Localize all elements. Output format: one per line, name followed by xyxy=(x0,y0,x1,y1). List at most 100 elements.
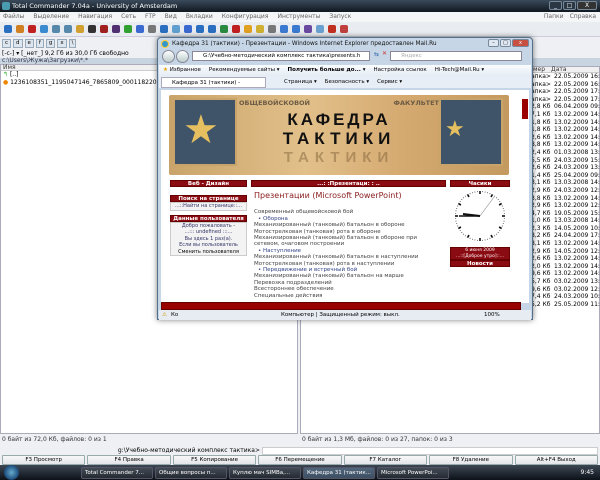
maximize-button[interactable]: □ xyxy=(563,1,576,10)
menu-folders[interactable]: Папки xyxy=(544,12,564,22)
toolbar-button-icon[interactable] xyxy=(4,25,12,33)
column-size-header[interactable]: мер xyxy=(533,67,545,73)
file-row[interactable]: 7,4 Кб24.03.2009 10:16 xyxy=(530,293,600,301)
change-user-link[interactable]: Сменить пользователя xyxy=(171,249,246,256)
find-on-page-link[interactable]: ...::Найти на странице::... xyxy=(170,202,247,211)
security-menu[interactable]: Безопасность ▾ xyxy=(325,76,369,88)
presentation-link[interactable]: Механизированный (танковый) батальон в н… xyxy=(254,254,443,260)
drive-button-1[interactable]: d xyxy=(13,39,23,48)
f3-view-button[interactable]: F3 Просмотр xyxy=(2,455,86,465)
toolbar-button-icon[interactable] xyxy=(112,25,120,33)
toolbar-button-icon[interactable] xyxy=(172,25,180,33)
presentation-link[interactable]: Специальные действия xyxy=(254,293,443,299)
stop-icon[interactable]: ✕ xyxy=(382,50,387,57)
file-row[interactable]: 5,2 Кб25.05.2009 11:54 xyxy=(530,301,600,309)
fav-get-more[interactable]: Получить больше до... ▾ xyxy=(288,65,366,76)
file-row[interactable]: 2,6 Кб13.02.2009 14:46 xyxy=(530,255,600,263)
zoom-level[interactable]: 100% xyxy=(484,310,500,320)
file-row[interactable]: 7,1 Кб13.02.2009 14:40 xyxy=(530,111,600,119)
menu-tools[interactable]: Инструменты xyxy=(277,12,320,22)
minimize-button[interactable]: _ xyxy=(549,1,562,10)
file-row[interactable]: 2,9 Кб24.03.2009 12:45 xyxy=(530,187,600,195)
favorites-button[interactable]: ★ Избранное xyxy=(163,65,201,76)
file-row[interactable]: 9,6 Кб13.02.2009 14:47 xyxy=(530,270,600,278)
menu-selection[interactable]: Выделение xyxy=(33,12,69,22)
toolbar-button-icon[interactable] xyxy=(100,25,108,33)
drive-button-5[interactable]: x xyxy=(57,39,67,48)
toolbar-button-icon[interactable] xyxy=(148,25,156,33)
presentation-link[interactable]: Механизированный (танковый) батальон в о… xyxy=(254,235,443,248)
file-row[interactable]: 8,1 Кб13.02.2009 14:45 xyxy=(530,240,600,248)
exit-button[interactable]: Alt+F4 Выход xyxy=(514,455,598,465)
tools-menu[interactable]: Сервис ▾ xyxy=(377,76,402,88)
toolbar-button-icon[interactable] xyxy=(196,25,204,33)
f8-delete-button[interactable]: F8 Удаление xyxy=(429,455,513,465)
start-button[interactable] xyxy=(4,465,19,480)
column-date-header[interactable]: Дата xyxy=(551,67,567,73)
fav-recommended[interactable]: Рекомендуемые сайты ▾ xyxy=(209,65,280,76)
toolbar-button-icon[interactable] xyxy=(304,25,312,33)
drive-button-2[interactable]: e xyxy=(24,39,34,48)
toolbar-button-icon[interactable] xyxy=(160,25,168,33)
close-button[interactable]: X xyxy=(577,1,597,10)
toolbar-button-icon[interactable] xyxy=(244,25,252,33)
file-row[interactable]: апка>22.05.2009 17:05 xyxy=(530,88,600,96)
toolbar-button-icon[interactable] xyxy=(340,25,348,33)
file-row[interactable]: 2,9 Кб14.05.2009 12:26 xyxy=(530,248,600,256)
file-row[interactable]: 2,9 Кб13.02.2009 12:04 xyxy=(530,202,600,210)
fav-customize[interactable]: Настройка ссылок xyxy=(374,65,427,76)
toolbar-button-icon[interactable] xyxy=(136,25,144,33)
file-row[interactable]: 2,6 Кб24.03.2009 13:00 xyxy=(530,164,600,172)
menu-tabs[interactable]: Вкладки xyxy=(186,12,213,22)
file-row[interactable]: 2,3 Кб14.05.2009 10:06 xyxy=(530,225,600,233)
search-input[interactable]: Яндекс xyxy=(390,51,522,61)
menu-files[interactable]: Файлы xyxy=(3,12,24,22)
menu-help[interactable]: Справка xyxy=(570,12,596,22)
page-menu[interactable]: Страница ▾ xyxy=(284,76,317,88)
drive-select[interactable]: [-c-] xyxy=(2,50,14,57)
file-row[interactable]: 1,0 Кб13.03.2008 14:14 xyxy=(530,217,600,225)
file-row[interactable]: 8,2 Кб24.04.2009 17:24 xyxy=(530,232,600,240)
drive-button-3[interactable]: f xyxy=(35,39,44,48)
toolbar-button-icon[interactable] xyxy=(280,25,288,33)
toolbar-button-icon[interactable] xyxy=(28,25,36,33)
taskbar-button[interactable]: Общие вопросы п... xyxy=(155,466,227,479)
f6-move-button[interactable]: F6 Перемещение xyxy=(258,455,342,465)
menu-launch[interactable]: Запуск xyxy=(329,12,351,22)
menu-navigation[interactable]: Навигация xyxy=(78,12,112,22)
file-row[interactable]: апка>22.05.2009 16:55 xyxy=(530,73,600,81)
forward-button[interactable] xyxy=(176,50,189,63)
ie-close-button[interactable]: x xyxy=(512,39,529,47)
toolbar-button-icon[interactable] xyxy=(52,25,60,33)
file-row[interactable]: 1,8 Кб13.02.2009 14:42 xyxy=(530,126,600,134)
toolbar-button-icon[interactable] xyxy=(268,25,276,33)
drive-button-6[interactable]: \ xyxy=(68,39,77,48)
vertical-scrollbar[interactable] xyxy=(521,90,529,303)
f5-copy-button[interactable]: F5 Копирование xyxy=(172,455,257,465)
toolbar-button-icon[interactable] xyxy=(76,25,84,33)
taskbar-button[interactable]: Куплю мач SIMBa,... xyxy=(229,466,301,479)
toolbar-button-icon[interactable] xyxy=(16,25,24,33)
file-row[interactable]: апка>22.05.2009 17:07 xyxy=(530,96,600,104)
toolbar-button-icon[interactable] xyxy=(328,25,336,33)
file-row[interactable]: 5,7 Кб03.02.2009 13:12 xyxy=(530,278,600,286)
refresh-icon[interactable]: ⇆ xyxy=(374,51,379,58)
ie-minimize-button[interactable]: – xyxy=(488,39,499,47)
tab-current[interactable]: Кафедра 31 (тактики) - Презентации xyxy=(161,77,266,96)
back-button[interactable] xyxy=(162,50,175,63)
file-row[interactable]: 1,8 Кб13.02.2009 14:42 xyxy=(530,119,600,127)
menu-ftp[interactable]: FTP xyxy=(145,12,156,22)
file-row[interactable]: 2,4 Кб01.03.2008 13:44 xyxy=(530,149,600,157)
toolbar-button-icon[interactable] xyxy=(124,25,132,33)
file-row[interactable]: 2,8 Кб06.04.2009 09:40 xyxy=(530,103,600,111)
toolbar-button-icon[interactable] xyxy=(184,25,192,33)
file-row[interactable]: 1,4 Кб25.04.2009 09:24 xyxy=(530,172,600,180)
toolbar-button-icon[interactable] xyxy=(220,25,228,33)
file-row[interactable]: 3,8 Кб13.02.2009 14:45 xyxy=(530,195,600,203)
fav-hitech[interactable]: Hi-Tech@Mail.Ru ▾ xyxy=(435,65,484,76)
drive-button-4[interactable]: g xyxy=(45,39,56,48)
address-bar[interactable]: G:\Учебно-методический комплекс тактика\… xyxy=(192,51,370,61)
horizontal-scrollbar[interactable] xyxy=(161,302,521,310)
toolbar-button-icon[interactable] xyxy=(292,25,300,33)
toolbar-button-icon[interactable] xyxy=(256,25,264,33)
